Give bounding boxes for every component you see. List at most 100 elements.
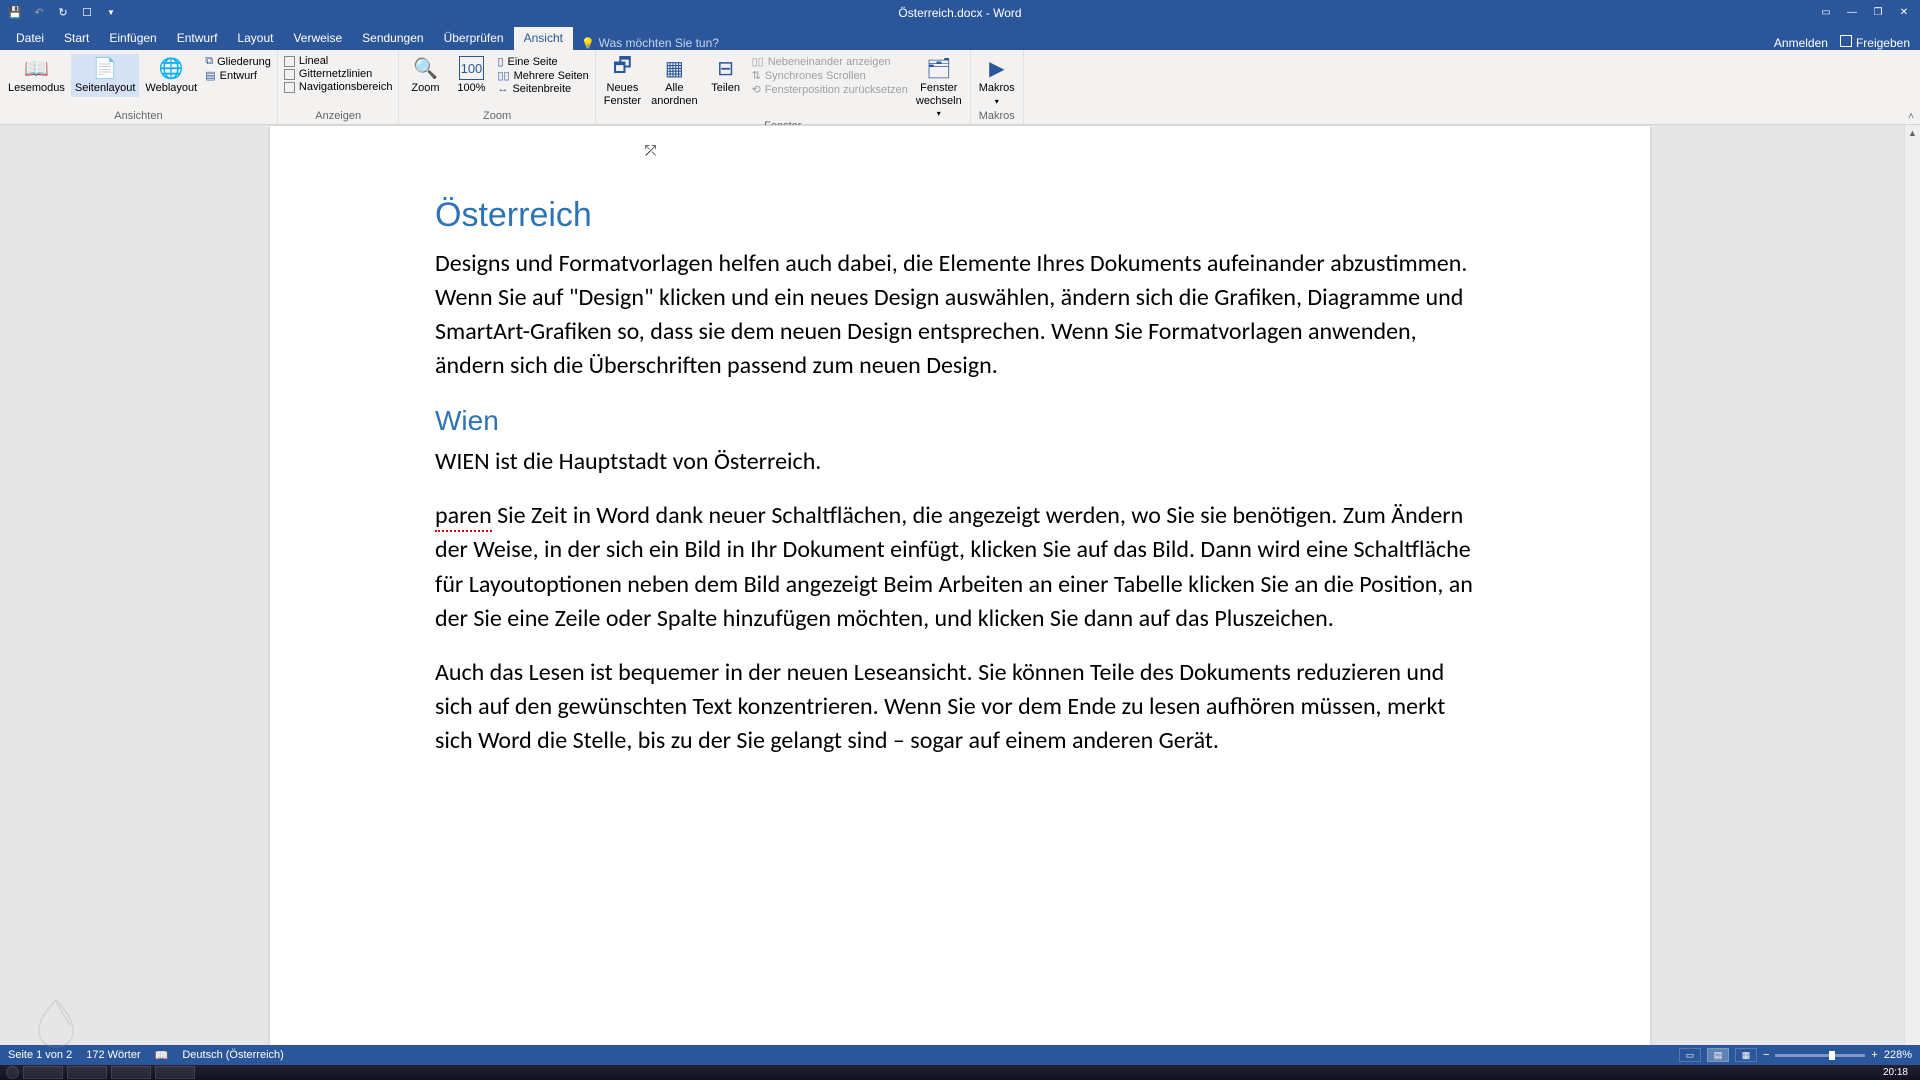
reset-pos-icon: ⟲ <box>752 83 761 96</box>
tab-datei[interactable]: Datei <box>6 27 54 50</box>
taskbar-item[interactable] <box>67 1066 107 1079</box>
tab-einfuegen[interactable]: Einfügen <box>99 27 166 50</box>
group-label: Zoom <box>403 110 590 124</box>
proofing-icon[interactable]: 📖 <box>155 1049 169 1062</box>
seitenlayout-button[interactable]: 📄Seitenlayout <box>71 54 140 97</box>
checkbox-icon <box>284 56 295 67</box>
print-layout-icon: 📄 <box>93 56 118 80</box>
teilen-button[interactable]: ⊟Teilen <box>704 54 748 97</box>
paragraph[interactable]: paren Sie Zeit in Word dank neuer Schalt… <box>435 499 1485 635</box>
heading-2[interactable]: Wien <box>435 405 1485 437</box>
share-button[interactable]: Freigeben <box>1840 35 1910 50</box>
heading-1[interactable]: Österreich <box>435 196 1485 235</box>
read-mode-view-icon[interactable]: ▭ <box>1679 1048 1701 1062</box>
system-clock[interactable]: 20:18 <box>1883 1067 1914 1078</box>
minimize-icon[interactable]: — <box>1840 3 1864 23</box>
group-zoom: 🔍Zoom 100100% ▯Eine Seite ▯▯Mehrere Seit… <box>399 50 595 124</box>
web-layout-view-icon[interactable]: ▦ <box>1735 1048 1757 1062</box>
paragraph[interactable]: Auch das Lesen ist bequemer in der neuen… <box>435 656 1485 758</box>
tab-verweise[interactable]: Verweise <box>283 27 352 50</box>
page-width-icon: ↔ <box>497 83 508 95</box>
one-page-icon: ▯ <box>497 55 503 68</box>
document-page[interactable]: ⤱ Österreich Designs und Formatvorlagen … <box>270 126 1650 1060</box>
tab-ueberpruefen[interactable]: Überprüfen <box>434 27 514 50</box>
gliederung-button[interactable]: ⧉Gliederung <box>205 55 271 68</box>
navigation-checkbox[interactable]: Navigationsbereich <box>284 81 393 93</box>
share-icon <box>1840 35 1852 47</box>
language-indicator[interactable]: Deutsch (Österreich) <box>182 1049 283 1061</box>
zoom-slider[interactable] <box>1775 1054 1865 1057</box>
sync-scroll-icon: ⇅ <box>752 69 761 82</box>
print-layout-view-icon[interactable]: ▤ <box>1707 1048 1729 1062</box>
spelling-error[interactable]: paren <box>435 501 492 532</box>
undo-icon[interactable]: ↶ <box>30 4 48 22</box>
taskbar-item[interactable] <box>111 1066 151 1079</box>
taskbar-item[interactable] <box>23 1066 63 1079</box>
group-ansichten: 📖Lesemodus 📄Seitenlayout 🌐Weblayout ⧉Gli… <box>0 50 278 124</box>
scroll-up-icon[interactable]: ▲ <box>1905 125 1920 141</box>
paragraph[interactable]: WIEN ist die Hauptstadt von Österreich. <box>435 445 1485 479</box>
quick-access-toolbar: 💾 ↶ ↻ ☐ ▼ <box>0 4 120 22</box>
zoom-level[interactable]: 228% <box>1884 1049 1912 1061</box>
zoom-thumb[interactable] <box>1829 1051 1835 1060</box>
gitternetz-checkbox[interactable]: Gitternetzlinien <box>284 68 393 80</box>
close-icon[interactable]: ✕ <box>1892 3 1916 23</box>
lineal-checkbox[interactable]: Lineal <box>284 55 393 67</box>
ribbon-display-icon[interactable]: ▭ <box>1814 3 1838 23</box>
web-layout-icon: 🌐 <box>159 56 184 80</box>
zoom-100-button[interactable]: 100100% <box>449 54 493 97</box>
ribbon: 📖Lesemodus 📄Seitenlayout 🌐Weblayout ⧉Gli… <box>0 50 1920 125</box>
word-count[interactable]: 172 Wörter <box>86 1049 140 1061</box>
touch-mode-icon[interactable]: ☐ <box>78 4 96 22</box>
checkbox-icon <box>284 82 295 93</box>
magnifier-icon: 🔍 <box>413 56 438 80</box>
alle-anordnen-button[interactable]: ▦Alle anordnen <box>647 54 702 109</box>
maximize-icon[interactable]: ❐ <box>1866 3 1890 23</box>
collapse-ribbon-icon[interactable]: ˄ <box>1908 111 1914 122</box>
eine-seite-button[interactable]: ▯Eine Seite <box>497 55 588 68</box>
zoom-button[interactable]: 🔍Zoom <box>403 54 447 97</box>
synchron-scrollen-button: ⇅Synchrones Scrollen <box>752 69 908 82</box>
paragraph[interactable]: Designs und Formatvorlagen helfen auch d… <box>435 247 1485 383</box>
arrange-all-icon: ▦ <box>665 56 684 80</box>
makros-button[interactable]: ▶Makros▾ <box>975 54 1019 108</box>
tell-me-search[interactable]: 💡 Was möchten Sie tun? <box>573 36 727 50</box>
lesemodus-button[interactable]: 📖Lesemodus <box>4 54 69 97</box>
chevron-down-icon: ▾ <box>937 109 941 118</box>
sign-in-link[interactable]: Anmelden <box>1774 36 1828 50</box>
taskbar-item[interactable] <box>155 1066 195 1079</box>
outline-icon: ⧉ <box>205 55 213 68</box>
seitenbreite-button[interactable]: ↔Seitenbreite <box>497 83 588 95</box>
weblayout-button[interactable]: 🌐Weblayout <box>141 54 201 97</box>
save-icon[interactable]: 💾 <box>6 4 24 22</box>
new-window-icon: 🗗 <box>613 56 632 80</box>
checkbox-icon <box>284 69 295 80</box>
tab-sendungen[interactable]: Sendungen <box>352 27 433 50</box>
document-area[interactable]: ⤱ Österreich Designs und Formatvorlagen … <box>0 125 1920 1060</box>
zoom-out-icon[interactable]: − <box>1763 1049 1769 1061</box>
group-anzeigen: Lineal Gitternetzlinien Navigationsberei… <box>278 50 400 124</box>
title-bar: 💾 ↶ ↻ ☐ ▼ Österreich.docx - Word ▭ — ❐ ✕ <box>0 0 1920 25</box>
macros-icon: ▶ <box>989 56 1004 80</box>
page-indicator[interactable]: Seite 1 von 2 <box>8 1049 72 1061</box>
group-makros: ▶Makros▾ Makros <box>971 50 1024 124</box>
entwurf-button[interactable]: ▤Entwurf <box>205 69 271 82</box>
neues-fenster-button[interactable]: 🗗Neues Fenster <box>600 54 645 109</box>
group-fenster: 🗗Neues Fenster ▦Alle anordnen ⊟Teilen ▯▯… <box>596 50 971 124</box>
zoom-in-icon[interactable]: + <box>1871 1049 1877 1061</box>
vertical-scrollbar[interactable]: ▲ ▼ <box>1904 125 1920 1060</box>
tab-ansicht[interactable]: Ansicht <box>514 27 573 50</box>
mehrere-seiten-button[interactable]: ▯▯Mehrere Seiten <box>497 69 588 82</box>
fensterposition-button: ⟲Fensterposition zurücksetzen <box>752 83 908 96</box>
cursor-icon: ⤱ <box>645 142 656 159</box>
tab-layout[interactable]: Layout <box>227 27 283 50</box>
tab-start[interactable]: Start <box>54 27 99 50</box>
redo-icon[interactable]: ↻ <box>54 4 72 22</box>
start-button[interactable] <box>6 1066 19 1079</box>
tab-entwurf[interactable]: Entwurf <box>167 27 228 50</box>
fenster-wechseln-button[interactable]: 🗂Fenster wechseln▾ <box>912 54 966 120</box>
qat-dropdown-icon[interactable]: ▼ <box>102 4 120 22</box>
group-label: Ansichten <box>4 110 273 124</box>
group-label: Makros <box>975 110 1019 124</box>
lightbulb-icon: 💡 <box>581 37 595 50</box>
